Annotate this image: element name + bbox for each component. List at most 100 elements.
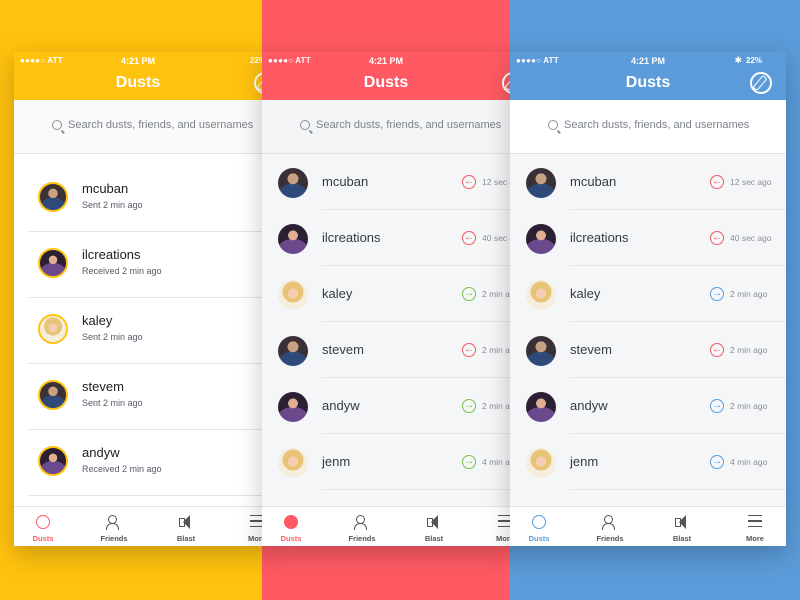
status-time: 4:21 PM [368, 56, 403, 66]
list-item[interactable]: jenm → 4 min ago [510, 434, 786, 490]
menu-icon [250, 515, 262, 527]
incoming-arrow-icon: ← [710, 175, 724, 189]
user-name: andyw [322, 398, 360, 413]
tab-friends[interactable]: Friends [89, 507, 139, 546]
outgoing-arrow-icon: → [462, 399, 476, 413]
tab-blast[interactable]: Blast [409, 507, 459, 546]
speaker-icon [427, 515, 441, 529]
battery-level: 22% [745, 56, 762, 65]
time-ago: 2 min ago [730, 289, 768, 299]
search-input[interactable]: Search dusts, friends, and usernames [68, 119, 253, 131]
tab-label: Dusts [528, 534, 550, 543]
avatar [278, 280, 308, 310]
avatar [526, 336, 556, 366]
search-bar[interactable]: Search dusts, friends, and usernames [510, 100, 786, 154]
tab-label: More [248, 534, 262, 543]
tab-friends[interactable]: Friends [337, 507, 387, 546]
dusts-list: mcuban ← 12 sec ago ilcreations ← 40 sec… [262, 154, 510, 506]
compose-icon[interactable] [750, 72, 772, 94]
tab-label: Friends [348, 534, 376, 543]
avatar [38, 182, 68, 212]
list-item[interactable]: stevem Sent 2 min ago [14, 364, 262, 430]
incoming-arrow-icon: ← [710, 343, 724, 357]
list-item[interactable]: mcuban ← 12 sec ago [510, 154, 786, 210]
tab-dusts[interactable]: Dusts [514, 507, 564, 546]
tab-more[interactable]: More [730, 507, 780, 546]
dust-status: Sent 2 min ago [82, 398, 143, 408]
user-name: mcuban [570, 174, 617, 189]
list-item[interactable]: ilcreations ← 40 sec ago [510, 210, 786, 266]
list-item[interactable]: kaley Sent 2 min ago [14, 298, 262, 364]
speaker-icon [179, 515, 193, 529]
dusts-icon [36, 515, 50, 529]
speaker-icon [675, 515, 689, 529]
avatar [526, 280, 556, 310]
phone-screen-red: ●●●●○ ATT 4:21 PM Dusts Search dusts, fr… [262, 52, 510, 546]
divider [570, 489, 786, 490]
tab-label: Dusts [32, 534, 54, 543]
status-bar: ●●●●○ ATT 4:21 PM 22% [14, 52, 262, 68]
app-header: ●●●●○ ATT 4:21 PM 22% Dusts [14, 52, 262, 100]
time-ago: 4 min ago [482, 457, 510, 467]
time-ago: 12 sec ago [730, 177, 772, 187]
tab-more[interactable]: More [232, 507, 262, 546]
user-name: andyw [82, 445, 120, 460]
outgoing-arrow-icon: → [462, 287, 476, 301]
tab-friends[interactable]: Friends [585, 507, 635, 546]
list-item[interactable]: jenm → 4 min ago [262, 434, 510, 490]
user-name: ilcreations [82, 247, 141, 262]
list-item[interactable]: mcuban ← 12 sec ago [262, 154, 510, 210]
avatar [278, 336, 308, 366]
search-icon [548, 120, 558, 130]
tab-blast[interactable]: Blast [657, 507, 707, 546]
incoming-arrow-icon: ← [710, 231, 724, 245]
app-header: ●●●●○ ATT 4:21 PM Dusts [262, 52, 510, 100]
user-name: mcuban [82, 181, 129, 196]
time-ago: 12 sec ago [482, 177, 510, 187]
dusts-icon [532, 515, 546, 529]
list-item[interactable]: stevem ← 2 min ago [262, 322, 510, 378]
avatar [526, 168, 556, 198]
user-name: stevem [322, 342, 364, 357]
avatar [38, 380, 68, 410]
list-item[interactable]: andyw → 2 min ago [262, 378, 510, 434]
list-item[interactable]: andyw → 2 min ago [510, 378, 786, 434]
page-title: Dusts [363, 74, 409, 91]
tab-label: Dusts [280, 534, 302, 543]
list-item[interactable]: stevem ← 2 min ago [510, 322, 786, 378]
list-item[interactable]: andyw Received 2 min ago [14, 430, 262, 496]
list-item[interactable]: ilcreations Received 2 min ago [14, 232, 262, 298]
phone-screen-yellow: ●●●●○ ATT 4:21 PM 22% Dusts Search dusts… [14, 52, 262, 546]
status-bar: ●●●●○ ATT 4:21 PM [262, 52, 510, 68]
outgoing-arrow-icon: → [710, 455, 724, 469]
status-time: 4:21 PM [630, 56, 665, 66]
time-ago: 40 sec ago [730, 233, 772, 243]
tab-label: More [746, 534, 764, 543]
search-icon [300, 120, 310, 130]
list-item[interactable]: kaley → 2 min ago [262, 266, 510, 322]
search-bar[interactable]: Search dusts, friends, and usernames [262, 100, 510, 154]
search-input[interactable]: Search dusts, friends, and usernames [564, 119, 749, 131]
list-item[interactable]: mcuban Sent 2 min ago [14, 166, 262, 232]
tab-dusts[interactable]: Dusts [18, 507, 68, 546]
list-item[interactable]: kaley → 2 min ago [510, 266, 786, 322]
search-bar[interactable]: Search dusts, friends, and usernames [14, 100, 262, 154]
divider [28, 495, 262, 496]
incoming-arrow-icon: ← [462, 231, 476, 245]
dusts-icon [284, 515, 298, 529]
search-input[interactable]: Search dusts, friends, and usernames [316, 119, 501, 131]
status-time: 4:21 PM [120, 56, 155, 66]
avatar [526, 392, 556, 422]
time-ago: 2 min ago [730, 345, 768, 355]
avatar [526, 224, 556, 254]
list-item[interactable]: ilcreations ← 40 sec ago [262, 210, 510, 266]
tab-label: Friends [596, 534, 624, 543]
tab-more[interactable]: More [480, 507, 510, 546]
user-name: mcuban [322, 174, 369, 189]
tab-dusts[interactable]: Dusts [266, 507, 316, 546]
avatar [278, 224, 308, 254]
incoming-arrow-icon: ← [462, 175, 476, 189]
tab-label: Blast [176, 534, 196, 543]
time-ago: 2 min ago [482, 289, 510, 299]
tab-blast[interactable]: Blast [161, 507, 211, 546]
